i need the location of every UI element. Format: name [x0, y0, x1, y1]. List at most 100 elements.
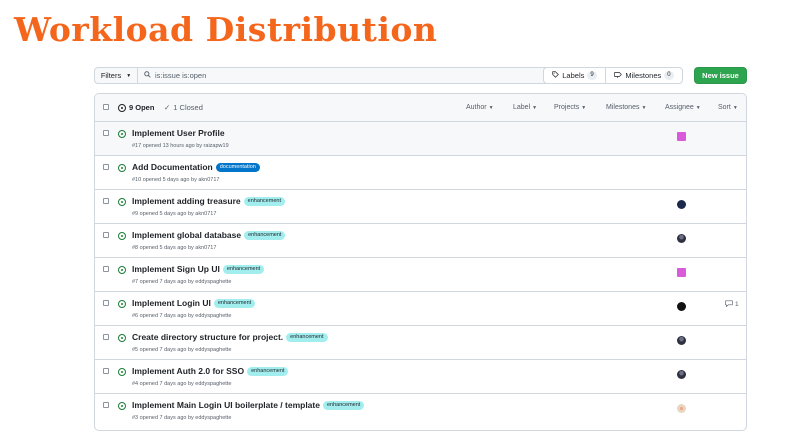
labels-count: 9 [587, 71, 597, 80]
issue-open-icon [118, 402, 126, 410]
closed-issues-tab[interactable]: ✓ 1 Closed [164, 103, 203, 112]
labels-label: Labels [562, 71, 585, 80]
issue-open-icon [118, 130, 126, 138]
issue-open-icon [118, 368, 126, 376]
issue-label[interactable]: enhancement [243, 196, 285, 206]
issue-meta: #17 opened 13 hours ago by raizapw19 [132, 143, 229, 149]
issues-list-header: 9 Open ✓ 1 Closed Author ▼ Label ▼ Project… [95, 94, 746, 122]
issue-label[interactable]: enhancement [286, 332, 328, 342]
issue-checkbox[interactable] [103, 130, 109, 136]
issue-title-link[interactable]: Implement Sign Up UI [132, 264, 220, 274]
issue-checkbox[interactable] [103, 164, 109, 170]
issue-row[interactable]: Implement User Profile #17 opened 13 hou… [95, 122, 746, 156]
issue-meta: #8 opened 5 days ago by akn0717 [132, 245, 217, 251]
issue-checkbox[interactable] [103, 334, 109, 340]
chevron-down-icon: ▼ [532, 105, 538, 111]
chevron-down-icon: ▼ [695, 105, 701, 111]
issue-title-link[interactable]: Implement global database [132, 230, 241, 240]
issue-title-link[interactable]: Implement Login UI [132, 298, 211, 308]
issue-title-line: Implement Sign Up UI enhancement [132, 264, 265, 274]
issue-open-icon [118, 232, 126, 240]
issue-row[interactable]: Implement Sign Up UI enhancement #7 open… [95, 258, 746, 292]
issue-title-link[interactable]: Create directory structure for project. [132, 332, 283, 342]
issue-title-link[interactable]: Implement User Profile [132, 128, 225, 138]
issue-meta: #10 opened 5 days ago by akn0717 [132, 177, 220, 183]
issue-title-link[interactable]: Implement Main Login UI boilerplate / te… [132, 400, 320, 410]
issue-label[interactable]: enhancement [322, 400, 365, 410]
issue-title-line: Implement Main Login UI boilerplate / te… [132, 400, 365, 410]
closed-count-label: 1 Closed [173, 103, 203, 112]
issue-title-link[interactable]: Implement adding treasure [132, 196, 241, 206]
search-input[interactable] [155, 71, 455, 80]
issues-list: 9 Open ✓ 1 Closed Author ▼ Label ▼ Project… [94, 93, 747, 431]
issue-title-link[interactable]: Implement Auth 2.0 for SSO [132, 366, 244, 376]
assignee-avatar[interactable] [677, 404, 686, 413]
issue-open-icon [118, 266, 126, 274]
assignee-avatar[interactable] [677, 370, 686, 379]
issue-title-line: Implement Auth 2.0 for SSO enhancement [132, 366, 289, 376]
issue-checkbox[interactable] [103, 402, 109, 408]
assignee-avatar[interactable] [677, 302, 686, 311]
filters-label: Filters [100, 71, 122, 80]
issue-checkbox[interactable] [103, 232, 109, 238]
assignee-filter[interactable]: Assignee ▼ [665, 104, 701, 111]
author-filter[interactable]: Author ▼ [466, 104, 494, 111]
label-filter[interactable]: Label ▼ [513, 104, 537, 111]
issue-checkbox[interactable] [103, 266, 109, 272]
milestone-icon [614, 71, 623, 80]
issue-label[interactable]: enhancement [247, 366, 289, 376]
issue-row[interactable]: Implement adding treasure enhancement #9… [95, 190, 746, 224]
projects-filter[interactable]: Projects ▼ [554, 104, 586, 111]
issue-open-icon [118, 103, 126, 112]
open-issues-tab[interactable]: 9 Open [118, 103, 154, 112]
issue-open-icon [118, 300, 126, 308]
issue-label[interactable]: enhancement [213, 298, 256, 308]
issue-title-line: Create directory structure for project. … [132, 332, 328, 342]
comments-link[interactable]: 1 [725, 300, 739, 309]
issue-checkbox[interactable] [103, 368, 109, 374]
issue-meta: #7 opened 7 days ago by eddyspaghette [132, 279, 232, 285]
milestones-label: Milestones [625, 71, 662, 80]
labels-button[interactable]: Labels 9 [543, 67, 606, 84]
issue-row[interactable]: Implement Main Login UI boilerplate / te… [95, 394, 746, 428]
assignee-avatar[interactable] [677, 268, 686, 277]
issue-title-link[interactable]: Add Documentation [132, 162, 213, 172]
issue-label[interactable]: enhancement [244, 230, 286, 240]
issue-row[interactable]: Implement Login UI enhancement #6 opened… [95, 292, 746, 326]
sort-filter[interactable]: Sort ▼ [718, 104, 738, 111]
assignee-avatar[interactable] [677, 132, 686, 141]
comment-icon [725, 300, 733, 309]
milestones-button[interactable]: Milestones 0 [605, 67, 683, 84]
new-issue-button[interactable]: New issue [694, 67, 747, 84]
issues-toolbar: Filters ▼ Labels 9 Milestones 0 New issu… [94, 67, 747, 84]
chevron-down-icon: ▼ [488, 105, 494, 111]
issue-title-line: Implement global database enhancement [132, 230, 286, 240]
issue-title-line: Implement Login UI enhancement [132, 298, 256, 308]
select-all-checkbox[interactable] [103, 104, 109, 110]
issue-label[interactable]: documentation [215, 162, 260, 172]
issue-meta: #9 opened 5 days ago by akn0717 [132, 211, 217, 217]
issue-meta: #4 opened 7 days ago by eddyspaghette [132, 381, 232, 387]
chevron-down-icon: ▼ [126, 72, 132, 79]
issue-label[interactable]: enhancement [222, 264, 265, 274]
assignee-avatar[interactable] [677, 200, 686, 209]
issue-row[interactable]: Create directory structure for project. … [95, 326, 746, 360]
issue-row[interactable]: Implement global database enhancement #8… [95, 224, 746, 258]
chevron-down-icon: ▼ [641, 105, 647, 111]
issue-row[interactable]: Add Documentation documentation #10 open… [95, 156, 746, 190]
filters-button[interactable]: Filters ▼ [94, 67, 138, 84]
check-icon: ✓ [164, 103, 171, 112]
milestones-filter[interactable]: Milestones ▼ [606, 104, 646, 111]
assignee-avatar[interactable] [677, 336, 686, 345]
milestones-count: 0 [664, 71, 674, 80]
open-count-label: 9 Open [129, 103, 155, 112]
issue-open-icon [118, 198, 126, 206]
slide-title: Workload Distribution [14, 10, 438, 49]
comment-count: 1 [735, 301, 739, 308]
issue-checkbox[interactable] [103, 300, 109, 306]
assignee-avatar[interactable] [677, 234, 686, 243]
chevron-down-icon: ▼ [732, 105, 738, 111]
tag-icon [552, 71, 560, 80]
issue-row[interactable]: Implement Auth 2.0 for SSO enhancement #… [95, 360, 746, 394]
issue-checkbox[interactable] [103, 198, 109, 204]
